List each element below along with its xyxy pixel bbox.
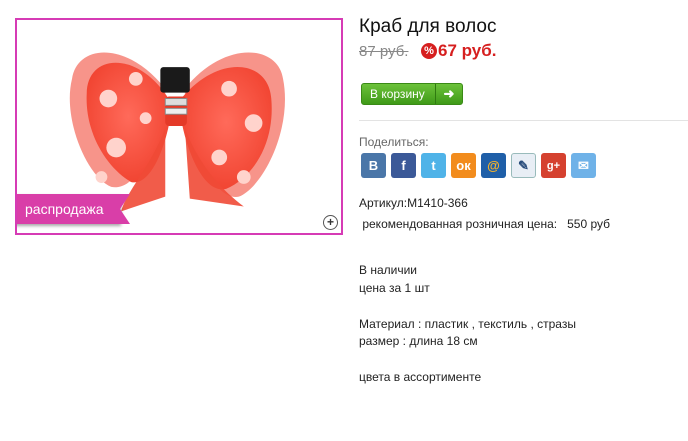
material-info: Материал : пластик , текстиль , стразы [359,317,576,331]
sale-badge: распродажа [17,194,130,224]
size-info: размер : длина 18 см [359,334,478,348]
share-buttons: B f t ок @ ✎ g+ ✉ [361,153,596,178]
add-to-cart-label: В корзину [370,87,425,101]
arrow-right-icon: ➜ [435,84,462,104]
zoom-icon[interactable]: + [323,215,338,230]
google-plus-icon[interactable]: g+ [541,153,566,178]
unit-price-note: цена за 1 шт [359,281,430,295]
discount-percent-icon: % [421,43,437,59]
old-price: 87 руб. [359,43,409,60]
colors-info: цвета в ассортименте [359,370,482,384]
livejournal-icon[interactable]: ✎ [511,153,536,178]
mail-ru-icon[interactable]: @ [481,153,506,178]
product-image-frame[interactable]: распродажа + [15,18,343,235]
email-icon[interactable]: ✉ [571,153,596,178]
availability-status: В наличии [359,263,418,277]
product-title: Краб для волос [359,16,497,37]
article-number: Артикул:М1410-366 [359,196,468,210]
facebook-icon[interactable]: f [391,153,416,178]
divider [359,120,688,121]
recommended-price: рекомендованная розничная цена: 550 руб [359,217,611,231]
twitter-icon[interactable]: t [421,153,446,178]
add-to-cart-button[interactable]: В корзину ➜ [361,83,463,105]
odnoklassniki-icon[interactable]: ок [451,153,476,178]
share-label: Поделиться: [359,135,429,149]
vkontakte-icon[interactable]: B [361,153,386,178]
new-price: 67 руб. [438,41,497,60]
